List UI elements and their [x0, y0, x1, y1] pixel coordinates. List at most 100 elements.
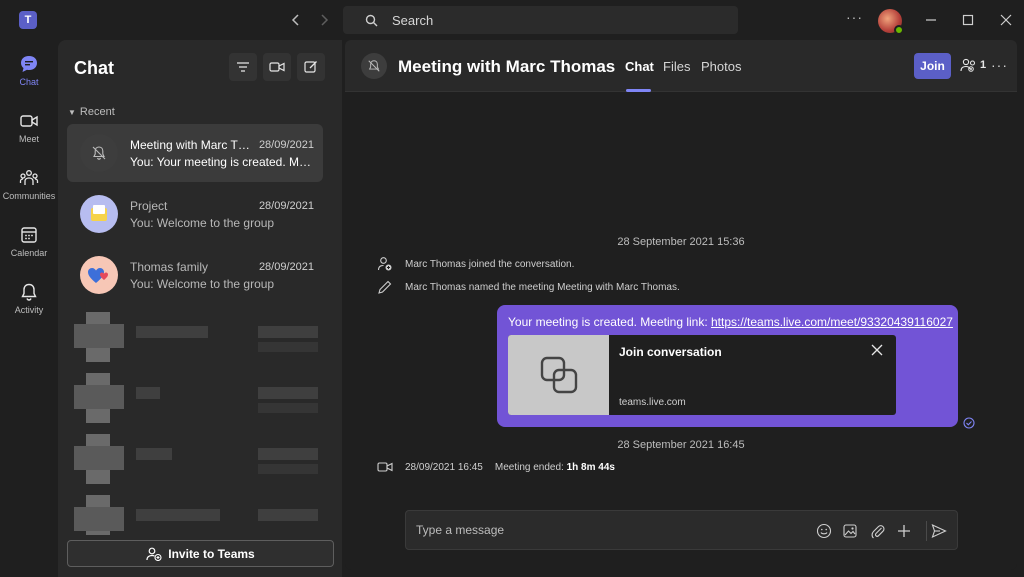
folder-icon: [91, 205, 107, 221]
chat-item-date: 28/09/2021: [258, 261, 314, 273]
chat-item-name: Project: [130, 199, 168, 213]
maximize-button[interactable]: [960, 12, 976, 28]
bell-icon: [21, 283, 37, 301]
attach-button[interactable]: [869, 522, 887, 540]
system-message-text: Marc Thomas named the meeting Meeting wi…: [405, 281, 680, 293]
image-icon: [843, 524, 857, 538]
meeting-avatar: [80, 134, 118, 172]
recent-section-label: Recent: [79, 106, 115, 118]
timestamp-divider: 28 September 2021 15:36: [617, 236, 745, 248]
app-rail: Chat Meet Communities Calendar Activity: [0, 40, 58, 577]
close-window-button[interactable]: [998, 12, 1014, 28]
minimize-button[interactable]: [923, 12, 939, 28]
profile-avatar[interactable]: [878, 9, 904, 35]
hearts-icon: [88, 268, 108, 283]
teams-logo-icon: T: [19, 11, 37, 29]
invite-to-teams-button[interactable]: Invite to Teams: [67, 540, 334, 567]
system-message-meeting-ended: 28/09/2021 16:45 Meeting ended: 1h 8m 44…: [377, 460, 615, 474]
timestamp-divider: 28 September 2021 16:45: [617, 439, 745, 451]
dismiss-preview-button[interactable]: [870, 343, 884, 357]
back-button[interactable]: [286, 10, 306, 30]
rail-label-communities: Communities: [2, 191, 56, 201]
chat-icon: [21, 56, 37, 72]
tab-chat[interactable]: Chat: [625, 59, 654, 74]
search-icon: [365, 14, 378, 26]
video-icon: [20, 115, 38, 127]
calendar-icon: [21, 227, 37, 243]
message-text: Your meeting is created. Meeting link: h…: [508, 315, 953, 329]
tab-photos[interactable]: Photos: [701, 59, 741, 74]
meet-now-button[interactable]: [263, 53, 291, 81]
chat-item-name: Thomas family: [130, 260, 209, 274]
more-options-button[interactable]: ···: [991, 57, 1008, 73]
people-icon: [960, 58, 976, 72]
add-person-icon: [146, 547, 162, 561]
redacted-chat-item[interactable]: [74, 495, 324, 535]
new-chat-button[interactable]: [297, 53, 325, 81]
message-prefix: Your meeting is created. Meeting link:: [508, 315, 711, 329]
rail-label-calendar: Calendar: [10, 248, 48, 258]
caret-down-icon: ▼: [68, 107, 76, 117]
rail-item-chat[interactable]: Chat: [0, 48, 58, 100]
link-preview-url: teams.live.com: [619, 397, 686, 408]
redacted-chat-item[interactable]: [74, 312, 324, 364]
message-input[interactable]: [416, 519, 796, 541]
composer-divider: [926, 521, 927, 541]
search-label: Search: [392, 12, 434, 28]
participants-button[interactable]: 1: [960, 58, 986, 72]
chat-item-date: 28/09/2021: [258, 200, 314, 212]
send-button[interactable]: [930, 522, 948, 540]
rail-item-meet[interactable]: Meet: [0, 105, 58, 157]
emoji-button[interactable]: [815, 522, 833, 540]
add-button[interactable]: [895, 522, 913, 540]
recent-section-toggle[interactable]: ▼ Recent: [68, 106, 115, 118]
filter-button[interactable]: [229, 53, 257, 81]
chat-item-project[interactable]: Project 28/09/2021 You: Welcome to the g…: [67, 185, 323, 243]
link-preview-card[interactable]: Join conversation teams.live.com: [508, 335, 896, 415]
settings-more-button[interactable]: ···: [846, 9, 863, 25]
chat-item-preview: You: Your meeting is created. Meeting li…: [130, 155, 314, 169]
tab-files[interactable]: Files: [663, 59, 690, 74]
bell-off-icon: [92, 146, 106, 160]
chat-item-name: Meeting with Marc Thomas: [130, 138, 254, 152]
close-icon: [1000, 14, 1012, 26]
active-tab-indicator: [626, 89, 651, 92]
conversation-title: Meeting with Marc Thomas: [398, 57, 616, 76]
system-message-renamed: Marc Thomas named the meeting Meeting wi…: [377, 279, 680, 295]
chat-list-title: Chat: [74, 58, 114, 78]
image-button[interactable]: [841, 522, 859, 540]
presence-available-icon: [894, 25, 904, 35]
video-icon: [269, 62, 285, 72]
chat-item-preview: You: Welcome to the group: [130, 277, 275, 291]
search-input[interactable]: Search: [343, 6, 738, 34]
meeting-avatar: [361, 53, 387, 79]
group-avatar: [80, 195, 118, 233]
rail-item-calendar[interactable]: Calendar: [0, 219, 58, 271]
link-icon: [540, 356, 577, 394]
rail-label-chat: Chat: [19, 77, 39, 87]
chat-item-preview: You: Welcome to the group: [130, 216, 275, 230]
meeting-end-time: 28/09/2021 16:45: [405, 461, 483, 473]
minimize-icon: [926, 19, 936, 21]
meeting-duration: 1h 8m 44s: [566, 461, 615, 473]
forward-button[interactable]: [314, 10, 334, 30]
meeting-end-label: Meeting ended:: [494, 461, 564, 473]
sent-status-icon: [963, 416, 975, 434]
redacted-chat-item[interactable]: [74, 373, 324, 425]
filter-icon: [237, 62, 249, 72]
rail-label-activity: Activity: [14, 305, 44, 315]
meeting-link[interactable]: https://teams.live.com/meet/933204391160…: [711, 315, 953, 329]
pencil-icon: [378, 280, 392, 294]
group-avatar: [80, 256, 118, 294]
chat-item-meeting[interactable]: Meeting with Marc Thomas 28/09/2021 You:…: [67, 124, 323, 182]
rail-item-activity[interactable]: Activity: [0, 276, 58, 328]
redacted-chat-item[interactable]: [74, 434, 324, 486]
rail-item-communities[interactable]: Communities: [0, 162, 58, 214]
communities-icon: [19, 170, 39, 185]
join-meeting-button[interactable]: Join: [914, 53, 951, 79]
chevron-left-icon: [291, 14, 299, 26]
chat-item-thomas-family[interactable]: Thomas family 28/09/2021 You: Welcome to…: [67, 246, 323, 304]
chat-list-panel: Chat ▼ Recent Meeting with Marc Thomas 2…: [58, 40, 342, 577]
title-bar: T Search ···: [0, 0, 1024, 40]
compose-icon: [304, 61, 317, 73]
